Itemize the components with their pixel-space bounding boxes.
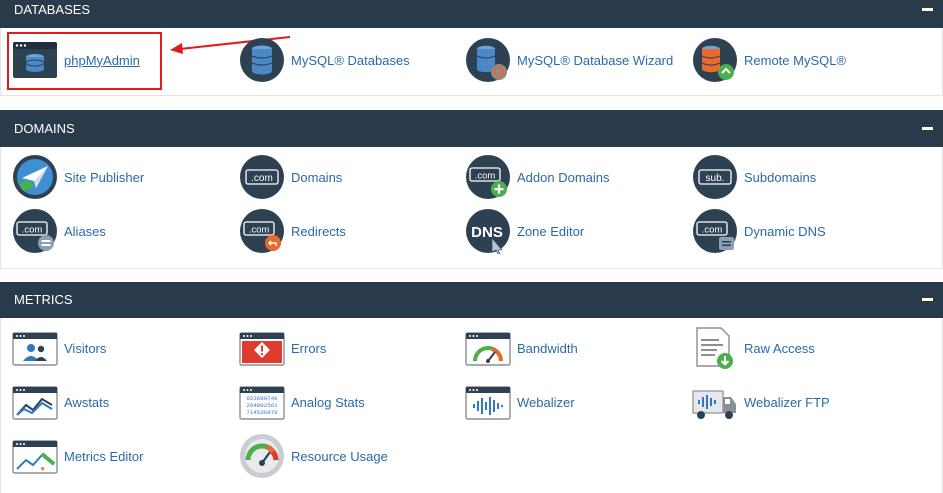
webalizer-link[interactable]: Webalizer [465, 379, 575, 425]
metrics-editor-label[interactable]: Metrics Editor [64, 449, 143, 464]
subdomains-link[interactable]: sub. Subdomains [692, 154, 816, 200]
svg-text:.com: .com [251, 173, 273, 184]
webalizer-ftp-label[interactable]: Webalizer FTP [744, 395, 830, 410]
site-publisher-link[interactable]: Site Publisher [12, 154, 144, 200]
mysql-databases-label[interactable]: MySQL® Databases [291, 53, 410, 68]
bandwidth-label[interactable]: Bandwidth [517, 341, 578, 356]
svg-text:.com: .com [475, 171, 496, 182]
collapse-icon[interactable] [922, 127, 933, 130]
svg-text:.com: .com [702, 225, 723, 236]
webalizer-ftp-icon [692, 379, 738, 425]
bandwidth-link[interactable]: Bandwidth [465, 325, 578, 371]
aliases-icon: .com [12, 208, 58, 254]
domains-link[interactable]: .com Domains [239, 154, 342, 200]
mysql-databases-link[interactable]: MySQL® Databases [239, 37, 410, 83]
analog-stats-icon: 023689746 264802561 714536870 [239, 379, 285, 425]
site-publisher-label[interactable]: Site Publisher [64, 170, 144, 185]
redirects-link[interactable]: .com Redirects [239, 208, 346, 254]
raw-access-icon [692, 325, 738, 371]
aliases-link[interactable]: .com Aliases [12, 208, 106, 254]
svg-text:.com: .com [249, 225, 270, 236]
mysql-wizard-icon [465, 37, 511, 83]
visitors-link[interactable]: Visitors [12, 325, 106, 371]
webalizer-icon [465, 379, 511, 425]
remote-mysql-link[interactable]: Remote MySQL® [692, 37, 846, 83]
resource-usage-icon [239, 433, 285, 479]
redirects-icon: .com [239, 208, 285, 254]
visitors-label[interactable]: Visitors [64, 341, 106, 356]
bandwidth-icon [465, 325, 511, 371]
metrics-header[interactable]: METRICS [0, 282, 943, 318]
metrics-title: METRICS [14, 292, 73, 307]
awstats-icon [12, 379, 58, 425]
visitors-icon [12, 325, 58, 371]
errors-label[interactable]: Errors [291, 341, 326, 356]
metrics-editor-icon [12, 433, 58, 479]
svg-text:264802561: 264802561 [246, 402, 278, 409]
mysql-databases-icon [239, 37, 285, 83]
domains-label[interactable]: Domains [291, 170, 342, 185]
svg-text:DNS: DNS [471, 224, 503, 241]
webalizer-ftp-link[interactable]: Webalizer FTP [692, 379, 830, 425]
errors-icon [239, 325, 285, 371]
raw-access-link[interactable]: Raw Access [692, 325, 815, 371]
addon-domains-link[interactable]: .com Addon Domains [465, 154, 610, 200]
dynamic-dns-label[interactable]: Dynamic DNS [744, 224, 826, 239]
svg-text:sub.: sub. [706, 173, 725, 184]
awstats-link[interactable]: Awstats [12, 379, 109, 425]
domains-header[interactable]: DOMAINS [0, 110, 943, 147]
mysql-wizard-link[interactable]: MySQL® Database Wizard [465, 37, 673, 83]
collapse-icon[interactable] [922, 298, 933, 301]
webalizer-label[interactable]: Webalizer [517, 395, 575, 410]
awstats-label[interactable]: Awstats [64, 395, 109, 410]
dynamic-dns-icon: .com [692, 208, 738, 254]
databases-title: DATABASES [14, 2, 91, 17]
subdomains-label[interactable]: Subdomains [744, 170, 816, 185]
site-publisher-icon [12, 154, 58, 200]
analog-stats-link[interactable]: 023689746 264802561 714536870 Analog Sta… [239, 379, 365, 425]
mysql-wizard-label[interactable]: MySQL® Database Wizard [517, 53, 673, 68]
remote-mysql-icon [692, 37, 738, 83]
metrics-editor-link[interactable]: Metrics Editor [12, 433, 143, 479]
domains-title: DOMAINS [14, 121, 75, 136]
svg-text:714536870: 714536870 [246, 409, 278, 416]
zone-editor-link[interactable]: DNS Zone Editor [465, 208, 584, 255]
remote-mysql-label[interactable]: Remote MySQL® [744, 53, 846, 68]
errors-link[interactable]: Errors [239, 325, 326, 371]
collapse-icon[interactable] [922, 8, 933, 11]
databases-header[interactable]: DATABASES [0, 0, 943, 28]
zone-editor-icon: DNS [465, 208, 511, 255]
svg-text:023689746: 023689746 [246, 395, 278, 402]
addon-domains-icon: .com [465, 154, 511, 200]
subdomains-icon: sub. [692, 154, 738, 200]
redirects-label[interactable]: Redirects [291, 224, 346, 239]
domains-icon: .com [239, 154, 285, 200]
highlight-box [7, 32, 162, 90]
analog-stats-label[interactable]: Analog Stats [291, 395, 365, 410]
resource-usage-link[interactable]: Resource Usage [239, 433, 388, 479]
svg-text:.com: .com [22, 225, 43, 236]
zone-editor-label[interactable]: Zone Editor [517, 224, 584, 239]
aliases-label[interactable]: Aliases [64, 224, 106, 239]
raw-access-label[interactable]: Raw Access [744, 341, 815, 356]
dynamic-dns-link[interactable]: .com Dynamic DNS [692, 208, 826, 254]
addon-domains-label[interactable]: Addon Domains [517, 170, 610, 185]
resource-usage-label[interactable]: Resource Usage [291, 449, 388, 464]
